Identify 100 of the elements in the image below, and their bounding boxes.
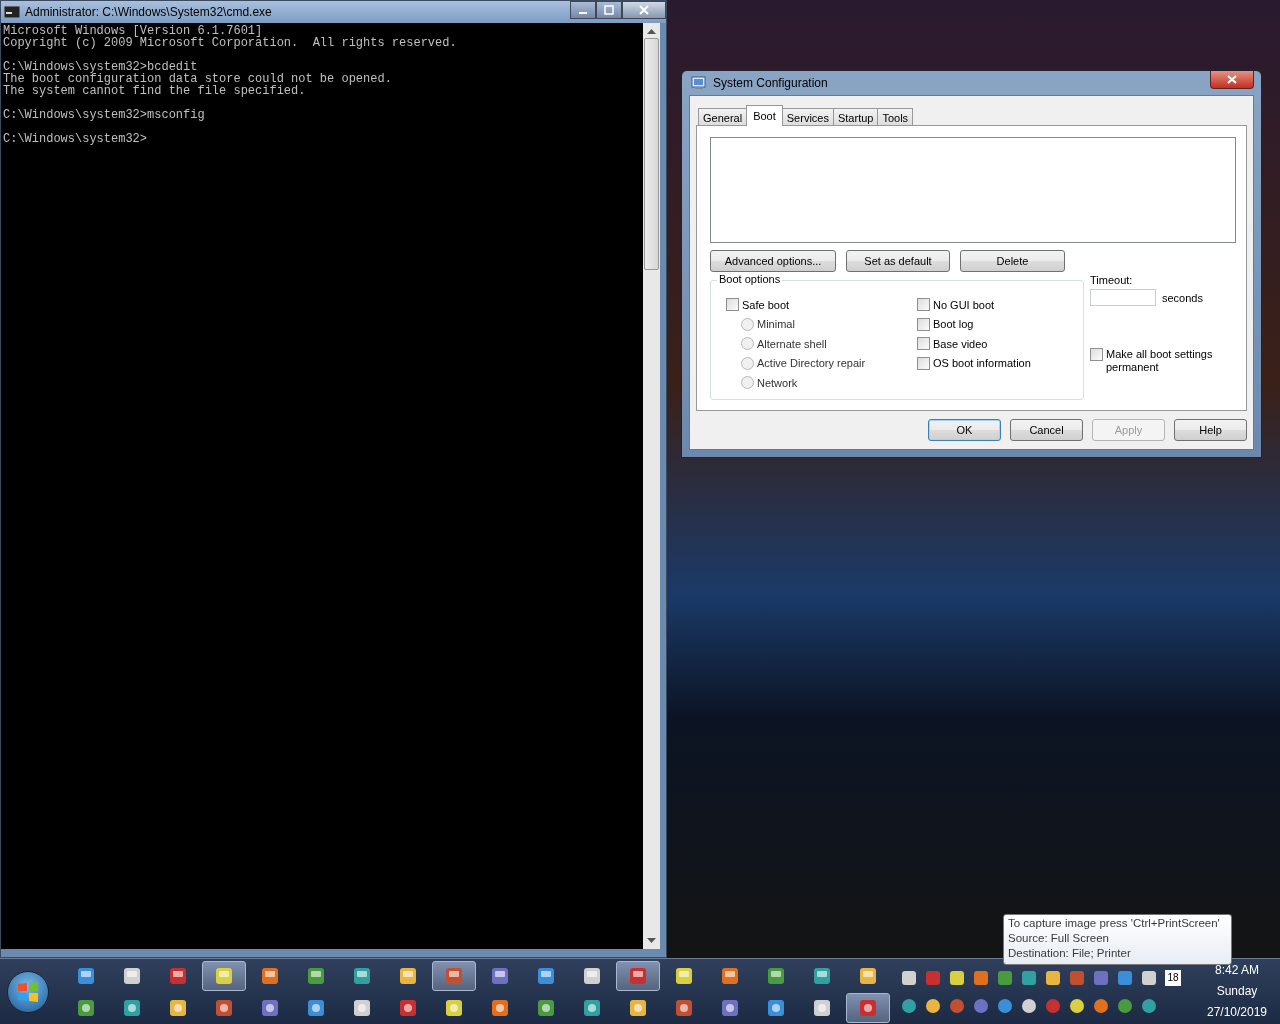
console-icon xyxy=(4,6,20,18)
dialog-button[interactable]: OK xyxy=(928,419,1001,441)
minimize-button[interactable] xyxy=(570,1,596,19)
tooltip-text: Destination: File; Printer xyxy=(1008,946,1132,961)
tooltip-text: Source: Full Screen xyxy=(1008,931,1110,946)
scroll-thumb[interactable] xyxy=(644,38,659,270)
console-line: Microsoft Windows [Version 6.1.7601] xyxy=(3,24,263,38)
app-icon xyxy=(445,998,463,1017)
close-icon xyxy=(1227,75,1237,84)
checkbox[interactable] xyxy=(917,317,930,331)
app-icon xyxy=(721,966,739,985)
scroll-down-icon[interactable] xyxy=(647,938,656,943)
tray-icon[interactable] xyxy=(949,969,965,986)
option-label: Base video xyxy=(933,337,988,350)
tray-icon[interactable] xyxy=(1117,997,1133,1014)
boot-entry-list[interactable] xyxy=(710,137,1236,243)
checkbox[interactable] xyxy=(1090,348,1103,361)
app-icon xyxy=(215,966,233,985)
app-icon xyxy=(399,998,417,1017)
clock[interactable]: 8:42 AM Sunday 27/10/2019 xyxy=(1194,960,1280,1023)
app-icon xyxy=(307,966,325,985)
app-icon xyxy=(721,998,739,1017)
calendar-badge[interactable]: 18 xyxy=(1165,969,1181,986)
console-line: C:\Windows\system32>msconfig xyxy=(3,108,205,122)
tray-icon[interactable] xyxy=(1141,997,1157,1014)
clock-day: Sunday xyxy=(1216,981,1258,1002)
option-label: Active Directory repair xyxy=(757,357,866,370)
tab[interactable]: Boot xyxy=(746,105,783,126)
checkbox[interactable] xyxy=(917,337,930,351)
dialog-button[interactable]: Advanced options... xyxy=(710,250,836,272)
option-label: Safe boot xyxy=(742,298,790,311)
app-icon xyxy=(583,998,601,1017)
dialog-button[interactable]: Cancel xyxy=(1010,419,1083,441)
app-icon xyxy=(767,966,785,985)
app-icon xyxy=(399,966,417,985)
maximize-button[interactable] xyxy=(596,1,622,19)
tray-icon[interactable] xyxy=(1141,969,1157,986)
taskbar-button[interactable] xyxy=(846,992,890,1023)
minimize-icon xyxy=(579,12,587,14)
app-icon xyxy=(629,966,647,985)
tray-icon[interactable] xyxy=(1093,997,1109,1014)
tray-icon[interactable] xyxy=(1045,969,1061,986)
window-title: Administrator: C:\Windows\System32\cmd.exe xyxy=(25,5,272,19)
app-icon xyxy=(215,998,233,1017)
console-line: Copyright (c) 2009 Microsoft Corporation. All rights reserved. xyxy=(3,36,457,50)
option-label: Network xyxy=(757,376,798,389)
dialog-button[interactable]: Help xyxy=(1174,419,1247,441)
checkbox[interactable] xyxy=(917,356,930,370)
console-line: C:\Windows\system32> xyxy=(3,132,148,146)
tray-icon[interactable] xyxy=(1021,997,1037,1014)
app-icon xyxy=(123,998,141,1017)
option-label: Boot log xyxy=(933,318,974,331)
tray-icon[interactable] xyxy=(925,997,941,1014)
timeout-label: Timeout: xyxy=(1090,274,1134,286)
app-icon xyxy=(261,966,279,985)
tab[interactable]: Services xyxy=(781,108,834,126)
dialog-button[interactable]: Set as default xyxy=(846,250,950,272)
tab[interactable]: General xyxy=(698,108,748,126)
app-icon xyxy=(813,998,831,1017)
timeout-field[interactable] xyxy=(1090,289,1156,306)
app-icon xyxy=(859,998,877,1017)
app-icon xyxy=(491,998,509,1017)
app-icon xyxy=(859,966,877,985)
checkbox[interactable] xyxy=(917,298,930,312)
close-button[interactable] xyxy=(1210,71,1254,89)
tray-icon[interactable] xyxy=(997,997,1013,1014)
option-label: No GUI boot xyxy=(933,298,995,311)
checkbox[interactable] xyxy=(726,298,739,312)
app-icon xyxy=(767,998,785,1017)
tray-icon[interactable] xyxy=(1021,969,1037,986)
app-icon xyxy=(169,966,187,985)
clock-time: 8:42 AM xyxy=(1215,962,1259,979)
app-icon xyxy=(77,998,95,1017)
close-button[interactable] xyxy=(622,1,666,19)
console-line: The boot configuration data store could not be opened. xyxy=(3,72,392,86)
app-icon xyxy=(307,998,325,1017)
tab[interactable]: Startup xyxy=(832,108,879,126)
dialog-button[interactable]: Delete xyxy=(960,250,1065,272)
app-icon xyxy=(353,998,371,1017)
scrollbar[interactable] xyxy=(643,23,660,949)
scroll-up-icon[interactable] xyxy=(647,29,656,34)
app-icon xyxy=(77,966,95,985)
app-icon xyxy=(123,966,141,985)
tray-icon[interactable] xyxy=(901,969,917,986)
tray-icon[interactable] xyxy=(901,997,917,1014)
taskbar-button[interactable] xyxy=(616,960,660,991)
app-icon xyxy=(261,998,279,1017)
taskbar-button[interactable] xyxy=(202,960,246,991)
tray-icon[interactable] xyxy=(1069,997,1085,1014)
taskbar-button[interactable] xyxy=(432,960,476,991)
app-icon xyxy=(813,966,831,985)
maximize-icon xyxy=(604,5,614,15)
unit-label: seconds xyxy=(1162,291,1203,304)
app-icon xyxy=(537,966,555,985)
tray-icon[interactable] xyxy=(973,969,989,986)
app-icon xyxy=(675,966,693,985)
console-line: C:\Windows\system32>bcdedit xyxy=(3,60,198,74)
start-button[interactable] xyxy=(7,970,49,1013)
tab[interactable]: Tools xyxy=(877,108,914,126)
app-icon xyxy=(537,998,555,1017)
